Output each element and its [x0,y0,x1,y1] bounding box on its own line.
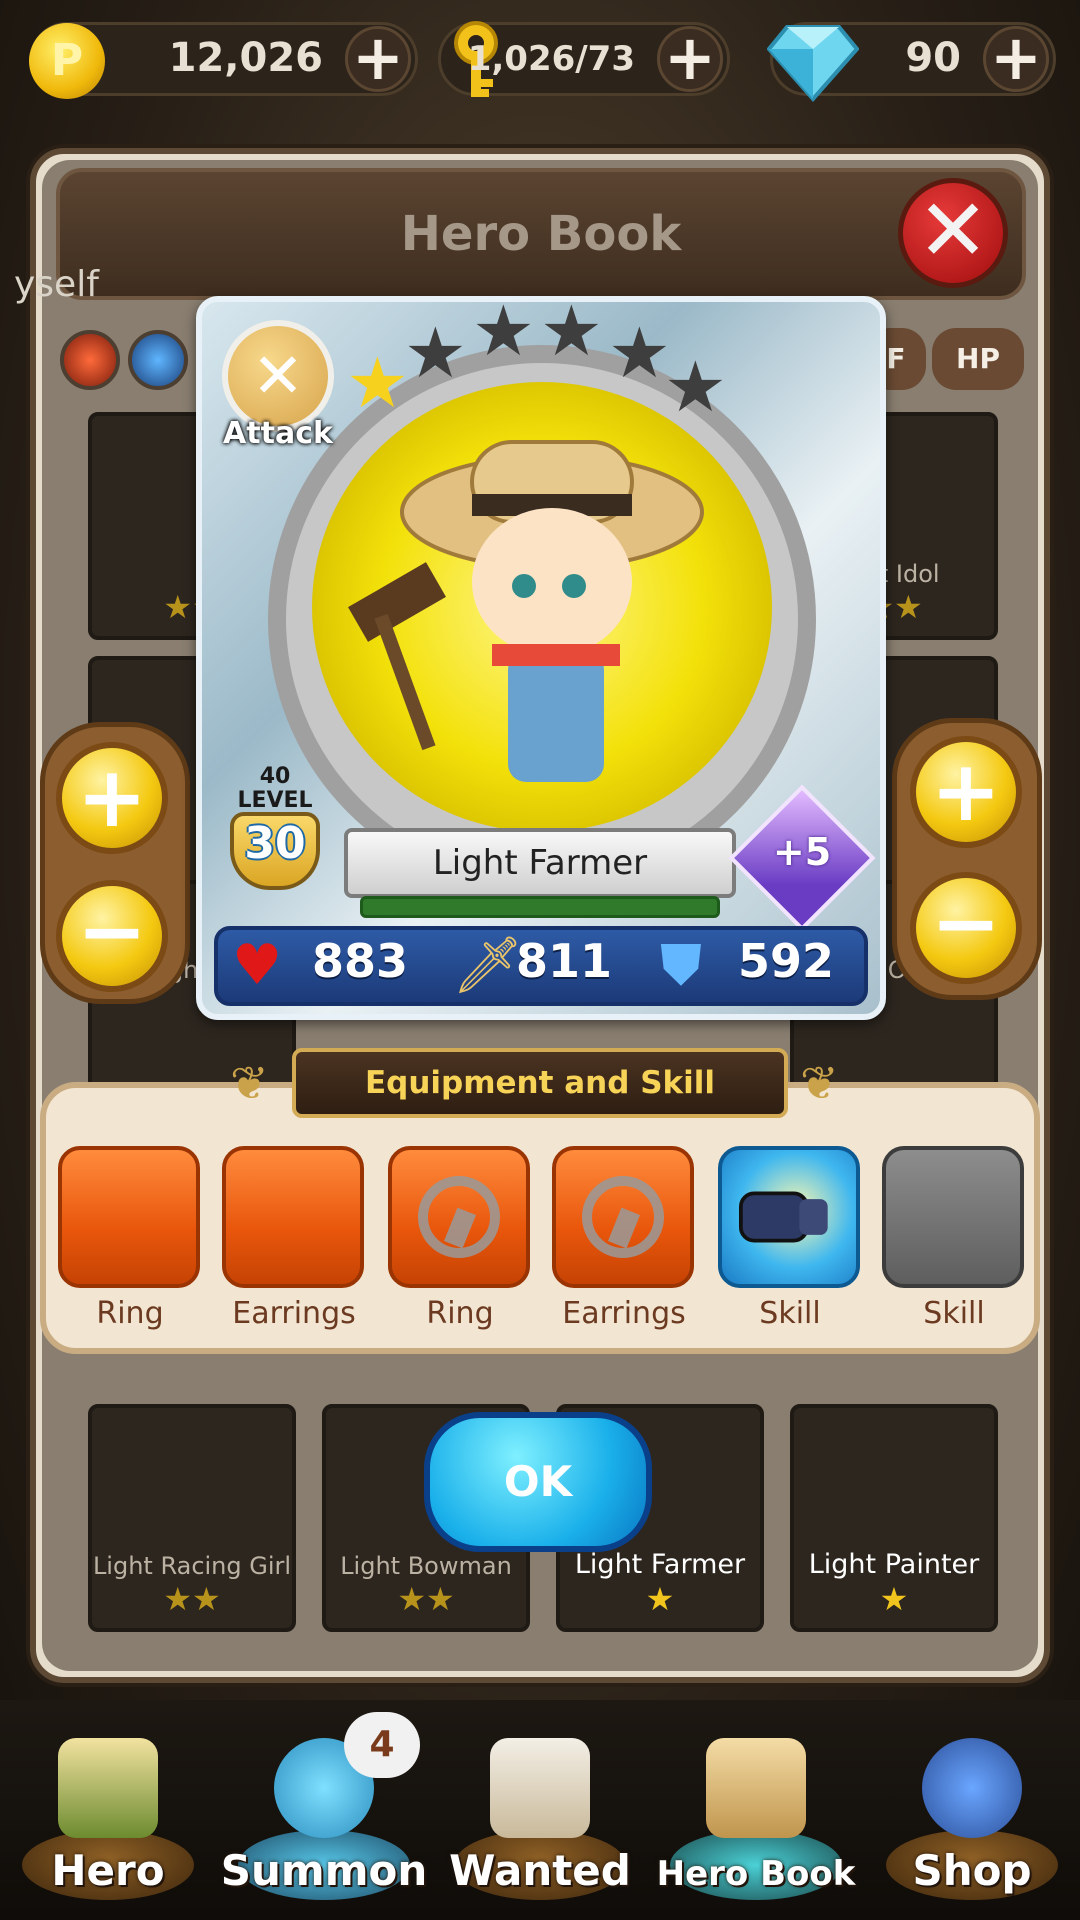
nav-shop[interactable]: Shop [864,1718,1080,1918]
ok-button[interactable]: OK [424,1412,652,1552]
max-level: 40 [259,764,291,789]
hp-value: 883 [312,934,409,988]
book-nav-icon [706,1738,806,1838]
star-empty-icon: ★ [404,312,467,394]
slot-label: Ring [426,1296,494,1331]
coin-value: 12,026 [168,35,323,81]
slot-label: Earrings [562,1296,686,1331]
shield-icon: ⛊ [660,933,702,998]
gem-value: 90 [905,35,961,81]
gem-icon [767,25,859,103]
defense-value: 592 [738,934,835,988]
level-badge: 40 LEVEL 30 [216,764,334,890]
equipment-title: Equipment and Skill [292,1048,788,1118]
current-level: 30 [244,818,306,869]
hero-portrait [312,382,772,832]
hero-card-painter[interactable]: Light Painter ★ [790,1404,998,1632]
equip-slot-ring-locked[interactable] [388,1146,530,1288]
close-button[interactable]: ✕ [898,178,1008,288]
equip-slot-ring[interactable] [58,1146,200,1288]
water-filter-icon[interactable] [128,330,188,390]
level-label: LEVEL [237,788,313,813]
locked-icon [418,1176,500,1258]
equip-slot-earrings[interactable] [222,1146,364,1288]
ornament-right-icon: ❦ [800,1056,839,1110]
coin-counter: P 12,026 + [29,22,418,99]
skill-slot-empty[interactable] [882,1146,1024,1288]
slot-label: Earrings [232,1296,356,1331]
slot-label: Skill [923,1296,985,1331]
add-coins-button[interactable]: + [345,26,411,92]
filter-hp[interactable]: HP [932,328,1024,390]
side-text: yself [14,264,99,305]
coin-icon: P [29,23,105,99]
key-counter: 1,026/73 + [438,21,730,97]
panel-title: Hero Book [400,206,682,262]
heart-icon: ♥ [232,933,283,998]
attack-value: 811 [516,934,613,988]
panel-title-bar: Hero Book [56,168,1026,300]
slot-label: Skill [759,1296,821,1331]
right-minus-button[interactable]: − [910,872,1022,984]
nav-wanted[interactable]: Wanted [432,1718,648,1918]
hero-name: Light Farmer [344,828,736,898]
add-keys-button[interactable]: + [657,26,723,92]
wanted-nav-icon [490,1738,590,1838]
left-plus-button[interactable]: + [56,742,168,854]
gem-counter: 90 + [767,22,1056,103]
star-filled-icon: ★ [346,342,409,424]
shop-nav-icon [922,1738,1022,1838]
key-value: 1,026/73 [467,39,635,79]
fist-icon [738,1191,828,1243]
fire-filter-icon[interactable] [60,330,120,390]
experience-bar [360,896,720,918]
hero-nav-icon [58,1738,158,1838]
right-plus-button[interactable]: + [910,736,1022,848]
hero-card-racing-girl[interactable]: Light Racing Girl ★★ [88,1404,296,1632]
ornament-left-icon: ❦ [230,1056,269,1110]
slot-label: Ring [96,1296,164,1331]
nav-hero[interactable]: Hero [0,1718,216,1918]
farmer-figure [348,440,704,782]
equip-slot-earrings-locked[interactable] [552,1146,694,1288]
star-empty-icon: ★ [608,312,671,394]
left-minus-button[interactable]: − [56,880,168,992]
locked-icon [582,1176,664,1258]
currency-bar: P 12,026 + 1,026/73 + 90 + [0,0,1080,120]
star-empty-icon: ★ [664,346,727,428]
star-empty-icon: ★ [540,290,603,372]
nav-hero-book[interactable]: Hero Book [648,1718,864,1918]
star-empty-icon: ★ [472,290,535,372]
summon-badge: 4 [344,1712,420,1778]
class-label: Attack [223,416,333,451]
skill-slot-fist[interactable] [718,1146,860,1288]
sword-icon: 🗡 [452,933,524,998]
add-gems-button[interactable]: + [983,26,1049,92]
enhance-level: +5 [772,830,832,874]
